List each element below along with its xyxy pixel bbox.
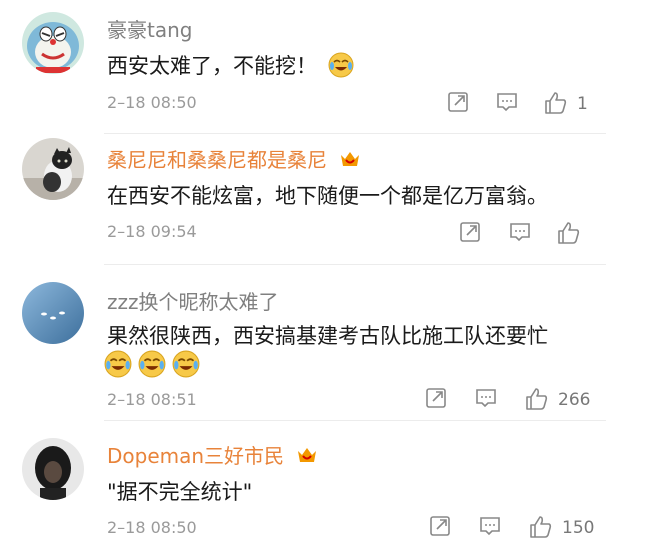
username[interactable]: zzz换个昵称太难了 [107, 286, 279, 315]
comment-icon [476, 389, 496, 408]
timestamp: 2–18 08:50 [107, 518, 197, 537]
timestamp: 2–18 08:50 [107, 93, 197, 112]
comment-button[interactable] [478, 514, 508, 544]
share-icon [448, 92, 468, 112]
like-count: 150 [562, 518, 595, 538]
comment-item: zzz换个昵称太难了 果然很陕西，西安搞基建考古队比施工队还要忙 2–18 08… [0, 268, 646, 424]
like-icon [558, 222, 580, 244]
share-icon [430, 516, 450, 536]
comment-actions: 266 [424, 386, 624, 416]
comment-item: 豪豪tang 西安太难了，不能挖！ 2–18 08:50 1 [0, 0, 646, 136]
comment-icon [497, 93, 517, 112]
comment-icon [480, 517, 500, 536]
like-icon [545, 92, 567, 114]
comment-icon [510, 223, 530, 242]
comment-actions: 1 [440, 90, 620, 120]
like-icon [530, 516, 552, 538]
comment-actions: 150 [424, 514, 624, 544]
comment-button[interactable] [474, 386, 504, 416]
like-button[interactable]: 1 [543, 90, 613, 120]
like-count: 266 [558, 390, 591, 410]
comment-button[interactable] [495, 90, 525, 120]
avatar[interactable] [22, 438, 84, 500]
share-button[interactable] [446, 90, 476, 120]
comment-item: Dopeman三好市民 "据不完全统计" 2–18 08:50 150 [0, 424, 646, 549]
like-button[interactable] [556, 220, 590, 250]
like-button[interactable]: 150 [528, 514, 618, 544]
share-icon [460, 222, 480, 242]
emoji-row [104, 350, 214, 380]
vip-crown-badge [339, 149, 361, 174]
comment-actions [458, 220, 598, 250]
comment-button[interactable] [508, 220, 538, 250]
username[interactable]: 豪豪tang [107, 14, 192, 43]
divider [104, 133, 606, 134]
like-icon [526, 388, 548, 410]
laugh-cry-emoji [328, 52, 354, 83]
divider [104, 264, 606, 265]
divider [104, 420, 606, 421]
share-icon [426, 388, 446, 408]
comment-text: 果然很陕西，西安搞基建考古队比施工队还要忙 [107, 324, 548, 348]
vip-crown-badge [296, 445, 318, 470]
share-button[interactable] [428, 514, 458, 544]
timestamp: 2–18 08:51 [107, 390, 197, 409]
laugh-cry-emoji [104, 350, 132, 378]
comment-text: 西安太难了，不能挖！ [107, 50, 354, 83]
avatar[interactable] [22, 282, 84, 344]
share-button[interactable] [424, 386, 454, 416]
avatar[interactable] [22, 138, 84, 200]
comment-text: 在西安不能炫富，地下随便一个都是亿万富翁。 [107, 184, 548, 208]
timestamp: 2–18 09:54 [107, 222, 197, 241]
avatar[interactable] [22, 12, 84, 74]
laugh-cry-emoji [172, 350, 200, 378]
username[interactable]: Dopeman三好市民 [107, 440, 318, 470]
like-count: 1 [577, 94, 588, 114]
laugh-cry-emoji [138, 350, 166, 378]
share-button[interactable] [458, 220, 488, 250]
comment-text: "据不完全统计" [107, 480, 253, 504]
comment-item: 桑尼尼和桑桑尼都是桑尼 在西安不能炫富，地下随便一个都是亿万富翁。 2–18 0… [0, 136, 646, 268]
like-button[interactable]: 266 [524, 386, 614, 416]
username[interactable]: 桑尼尼和桑桑尼都是桑尼 [107, 144, 361, 174]
